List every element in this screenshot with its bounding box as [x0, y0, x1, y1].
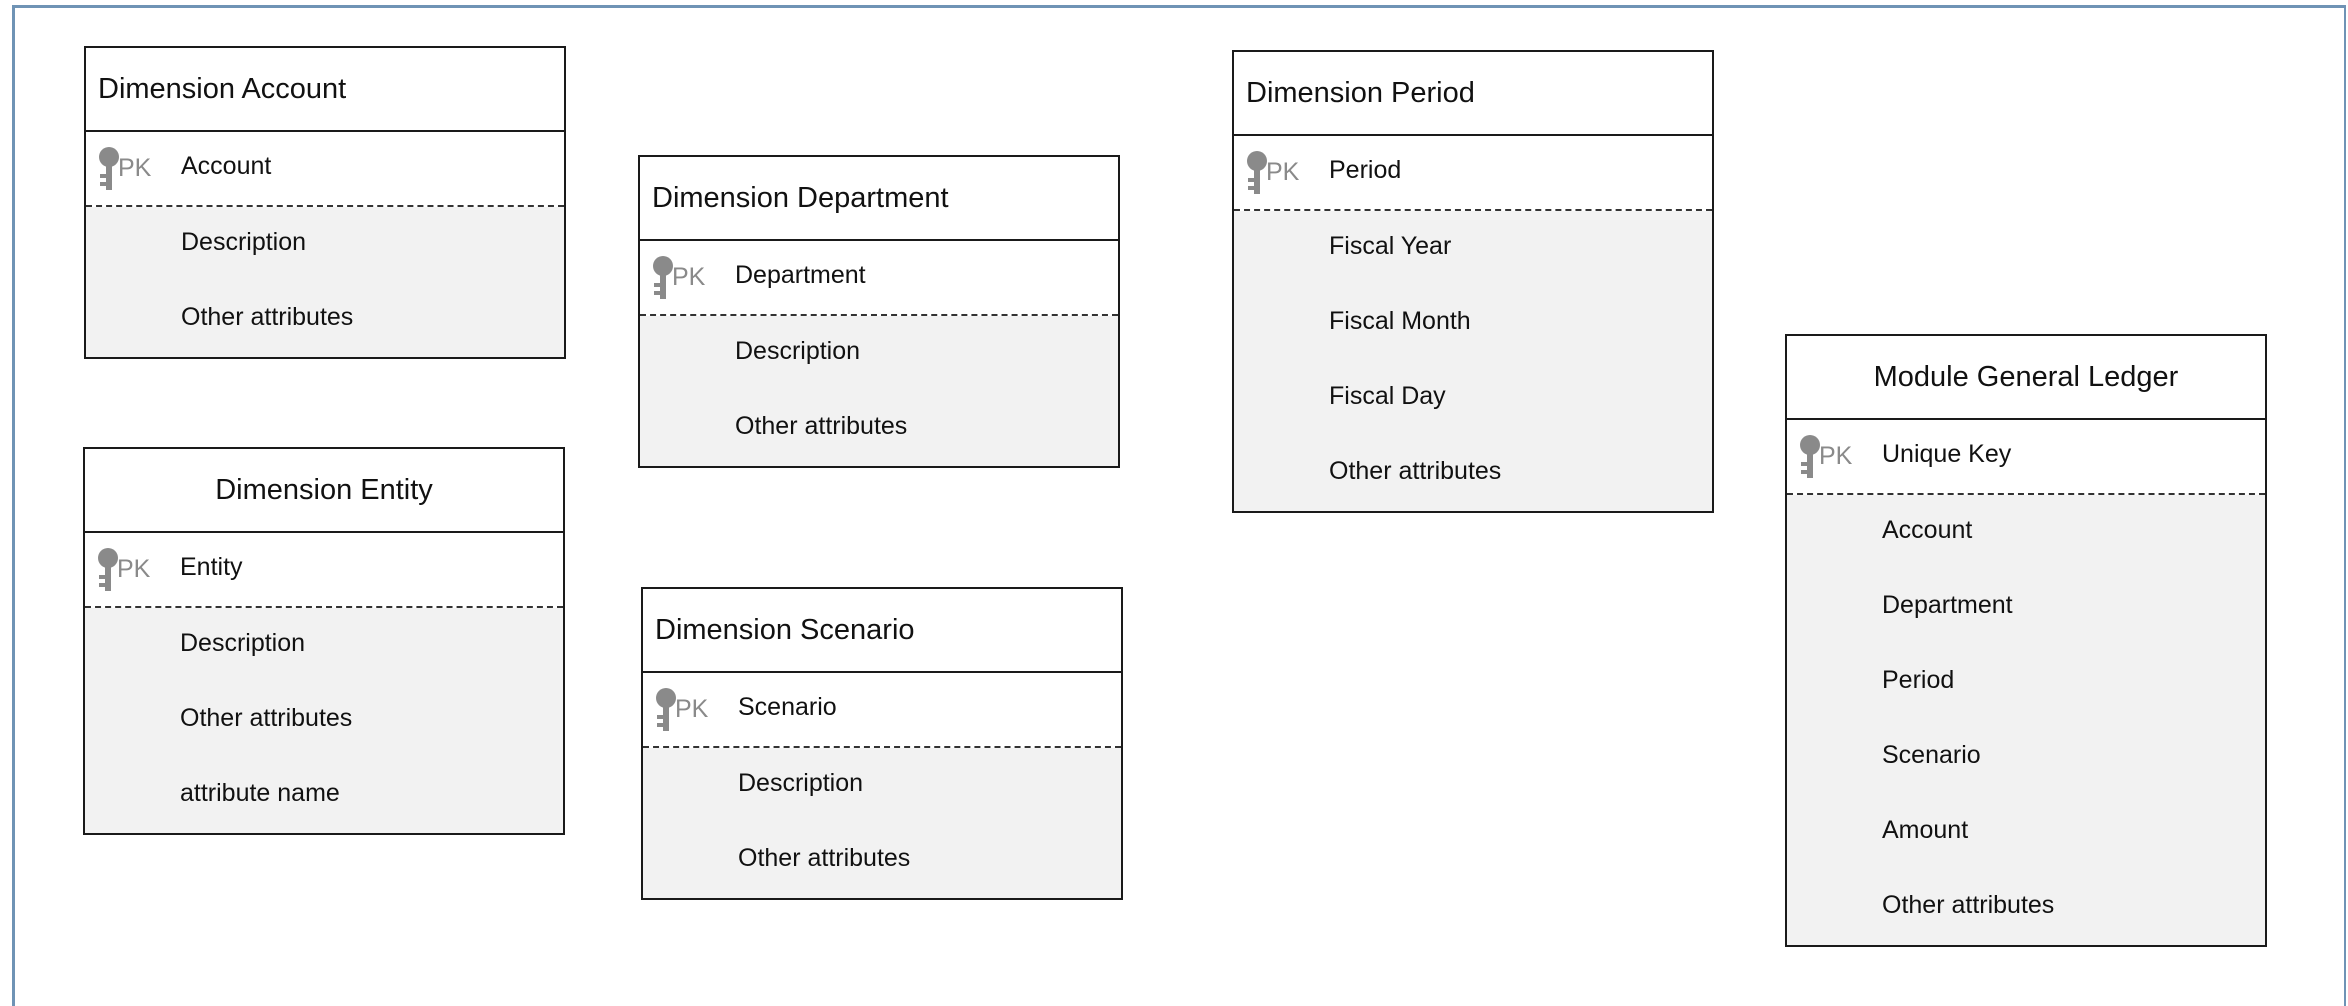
entity-title: Dimension Entity: [85, 449, 563, 533]
attribute-label: Other attributes: [738, 844, 911, 872]
primary-key-row: PK Period: [1234, 136, 1712, 211]
entity-dimension-scenario[interactable]: Dimension Scenario PK Scenario Descripti…: [641, 587, 1123, 900]
attribute-row: Description: [85, 608, 563, 683]
attribute-label: Department: [1882, 591, 2013, 619]
pk-label: PK: [675, 695, 709, 723]
attribute-label: Period: [1882, 666, 1955, 694]
attribute-row: Account: [1787, 495, 2265, 570]
attribute-label: attribute name: [180, 779, 340, 807]
attribute-label: Other attributes: [181, 303, 354, 331]
key-attribute: Period: [1329, 156, 1402, 184]
key-attribute: Unique Key: [1882, 440, 2012, 468]
attribute-row: Other attributes: [86, 282, 564, 357]
attribute-label: Other attributes: [735, 412, 908, 440]
attribute-label: Fiscal Year: [1329, 232, 1452, 260]
attribute-label: Other attributes: [1329, 457, 1502, 485]
entity-dimension-period[interactable]: Dimension Period PK Period Fiscal Year F…: [1232, 50, 1714, 513]
entity-dimension-account[interactable]: Dimension Account PK Account Description…: [84, 46, 566, 359]
pk-label: PK: [118, 154, 152, 182]
attribute-row: Amount: [1787, 795, 2265, 870]
attribute-label: Other attributes: [1882, 891, 2055, 919]
attribute-row: Description: [643, 748, 1121, 823]
pk-label: PK: [1266, 158, 1300, 186]
attribute-row: Department: [1787, 570, 2265, 645]
attribute-label: Amount: [1882, 816, 1969, 844]
attribute-row: Other attributes: [1787, 870, 2265, 945]
attribute-row: Period: [1787, 645, 2265, 720]
entity-title: Dimension Department: [640, 157, 1118, 241]
entity-title: Dimension Account: [86, 48, 564, 132]
key-attribute: Entity: [180, 553, 243, 581]
attribute-label: Other attributes: [180, 704, 353, 732]
attribute-row: Other attributes: [1234, 436, 1712, 511]
attribute-label: Description: [181, 228, 307, 256]
primary-key-row: PK Scenario: [643, 673, 1121, 748]
attribute-label: Scenario: [1882, 741, 1981, 769]
entity-title: Dimension Period: [1234, 52, 1712, 136]
attribute-row: Scenario: [1787, 720, 2265, 795]
attribute-row: Other attributes: [640, 391, 1118, 466]
entity-title: Dimension Scenario: [643, 589, 1121, 673]
attribute-row: Other attributes: [85, 683, 563, 758]
entity-dimension-entity[interactable]: Dimension Entity PK Entity Description O…: [83, 447, 565, 835]
entity-module-general-ledger[interactable]: Module General Ledger PK Unique Key Acco…: [1785, 334, 2267, 947]
primary-key-row: PK Account: [86, 132, 564, 207]
key-attribute: Department: [735, 261, 866, 289]
primary-key-row: PK Unique Key: [1787, 420, 2265, 495]
pk-label: PK: [672, 263, 706, 291]
pk-label: PK: [1819, 442, 1853, 470]
attribute-label: Description: [738, 769, 864, 797]
attribute-row: Fiscal Day: [1234, 361, 1712, 436]
key-attribute: Scenario: [738, 693, 837, 721]
attribute-label: Description: [735, 337, 861, 365]
attribute-row: Other attributes: [643, 823, 1121, 898]
attribute-label: Account: [1882, 516, 1973, 544]
entity-dimension-department[interactable]: Dimension Department PK Department Descr…: [638, 155, 1120, 468]
attribute-row: Fiscal Year: [1234, 211, 1712, 286]
attribute-row: Description: [86, 207, 564, 282]
pk-label: PK: [117, 555, 151, 583]
attribute-label: Fiscal Month: [1329, 307, 1471, 335]
attribute-label: Fiscal Day: [1329, 382, 1446, 410]
diagram-canvas: Dimension Account PK Account Description…: [12, 5, 2346, 1006]
key-attribute: Account: [181, 152, 272, 180]
attribute-label: Description: [180, 629, 306, 657]
attribute-row: Fiscal Month: [1234, 286, 1712, 361]
attribute-row: Description: [640, 316, 1118, 391]
primary-key-row: PK Entity: [85, 533, 563, 608]
primary-key-row: PK Department: [640, 241, 1118, 316]
entity-title: Module General Ledger: [1787, 336, 2265, 420]
attribute-row: attribute name: [85, 758, 563, 833]
